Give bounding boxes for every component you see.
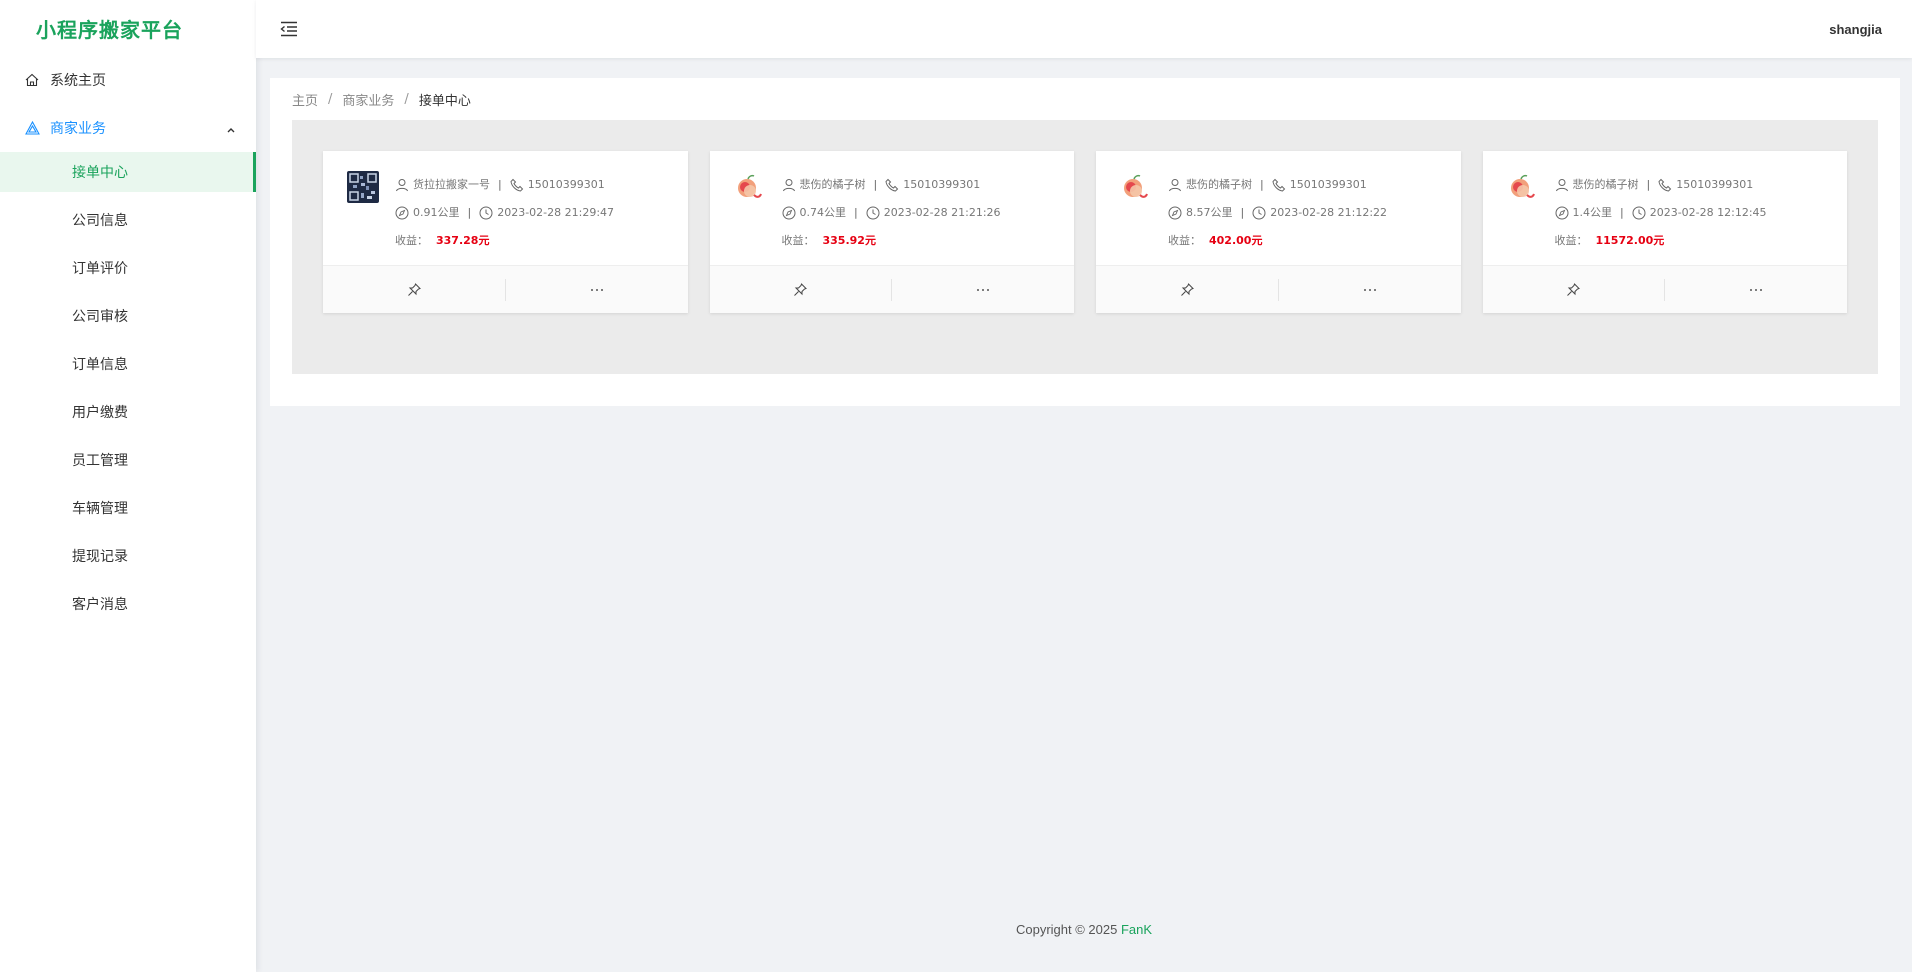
card-actions [709,265,1074,313]
breadcrumb-current: 接单中心 [418,93,471,109]
clock-icon [1632,206,1646,220]
pushpin-icon[interactable] [1483,279,1665,301]
order-info: 货拉拉搬家一号 | 15010399301 0.91公里 | 2023-02-2… [395,171,614,265]
peach-avatar [1120,171,1152,203]
compass-icon [782,206,796,220]
user-name[interactable]: shangjia [1829,22,1882,37]
order-card: 悲伤的橘子树 | 15010399301 8.57公里 | 2023-02-28… [1096,151,1461,313]
earning-label: 收益： [781,234,815,247]
sidebar-item-label: 系统主页 [50,73,106,89]
compass-icon [1555,206,1569,220]
breadcrumb-merchant[interactable]: 商家业务 [342,90,394,109]
customer-name: 悲伤的橘子树 [799,178,866,191]
customer-name: 货拉拉搬家一号 [413,178,490,191]
earning-label: 收益： [395,234,428,247]
card-actions [1096,265,1461,313]
sidebar-item-withdrawals[interactable]: 提现记录 [0,536,256,576]
phone-icon [510,178,524,192]
card-actions [1482,265,1847,313]
breadcrumb: 主页 / 商家业务 / 接单中心 [292,78,1878,120]
main-content: 主页 / 商家业务 / 接单中心 货拉拉搬家一号 | 15010399301 0… [270,78,1900,406]
ellipsis-icon[interactable] [891,278,1074,301]
sidebar-item-vehicles[interactable]: 车辆管理 [0,488,256,528]
home-icon [24,72,40,88]
phone-icon [1272,178,1286,192]
order-distance: 0.91公里 [413,206,460,219]
pushpin-icon[interactable] [710,279,892,301]
earning-value: 11572.00元 [1595,234,1665,247]
breadcrumb-separator: / [404,91,409,107]
order-distance: 1.4公里 [1572,206,1613,219]
order-distance: 8.57公里 [1186,206,1233,219]
breadcrumb-home[interactable]: 主页 [292,90,318,109]
order-card: 悲伤的橘子树 | 15010399301 0.74公里 | 2023-02-28… [709,151,1074,313]
sidebar-item-customer-messages[interactable]: 客户消息 [0,584,256,624]
phone-icon [885,178,899,192]
order-time: 2023-02-28 21:21:26 [883,206,1001,219]
customer-phone: 15010399301 [1289,178,1367,191]
clock-icon [866,206,880,220]
sidebar-item-user-payment[interactable]: 用户缴费 [0,392,256,432]
order-card: 悲伤的橘子树 | 15010399301 1.4公里 | 2023-02-28 … [1482,151,1847,313]
clock-icon [479,206,493,220]
clock-icon [1252,206,1266,220]
order-card-list: 货拉拉搬家一号 | 15010399301 0.91公里 | 2023-02-2… [292,120,1878,374]
peach-avatar [734,171,766,203]
earning-value: 335.92元 [822,234,876,247]
pushpin-icon[interactable] [323,279,505,301]
sidebar-item-company-audit[interactable]: 公司审核 [0,296,256,336]
qr-avatar [347,171,379,203]
order-distance: 0.74公里 [799,206,847,219]
sidebar-menu: 系统主页 商家业务 接单中心 公司信息 订单评价 公司审核 订单信息 用户缴费 … [0,56,256,624]
breadcrumb-separator: / [328,91,333,107]
sidebar-item-staff[interactable]: 员工管理 [0,440,256,480]
order-time: 2023-02-28 12:12:45 [1649,206,1767,219]
sidebar-item-order-center[interactable]: 接单中心 [0,152,256,192]
order-info: 悲伤的橘子树 | 15010399301 8.57公里 | 2023-02-28… [1168,171,1387,265]
earning-label: 收益： [1168,234,1201,247]
copyright-text: Copyright © 2025 [1015,922,1118,937]
customer-name: 悲伤的橘子树 [1186,178,1252,191]
phone-icon [1658,178,1672,192]
sidebar: 小程序搬家平台 系统主页 商家业务 接单中心 公司信息 订单评价 公司审核 订单… [0,0,256,972]
triangle-icon [24,120,40,136]
sidebar-item-order-info[interactable]: 订单信息 [0,344,256,384]
customer-phone: 15010399301 [527,178,605,191]
order-time: 2023-02-28 21:29:47 [497,206,615,219]
sidebar-group-merchant[interactable]: 商家业务 [0,104,256,152]
card-actions [323,265,688,313]
customer-phone: 15010399301 [1676,178,1754,191]
footer: Copyright © 2025 FanK [256,922,1912,937]
order-time: 2023-02-28 21:12:22 [1270,206,1388,219]
ellipsis-icon[interactable] [1277,278,1461,301]
order-info: 悲伤的橘子树 | 15010399301 1.4公里 | 2023-02-28 … [1555,171,1767,265]
pushpin-icon[interactable] [1096,279,1278,301]
sidebar-item-order-review[interactable]: 订单评价 [0,248,256,288]
user-icon [782,178,796,192]
ellipsis-icon[interactable] [1664,278,1847,301]
compass-icon [395,206,409,220]
user-icon [395,178,409,192]
earning-value: 337.28元 [436,234,490,247]
peach-avatar [1507,171,1539,203]
order-info: 悲伤的橘子树 | 15010399301 0.74公里 | 2023-02-28… [782,171,1001,265]
sidebar-item-home[interactable]: 系统主页 [0,56,256,104]
customer-phone: 15010399301 [903,178,981,191]
footer-brand-link[interactable]: FanK [1121,922,1152,937]
customer-name: 悲伤的橘子树 [1572,178,1639,191]
sidebar-item-company-info[interactable]: 公司信息 [0,200,256,240]
ellipsis-icon[interactable] [504,278,688,301]
user-icon [1555,178,1569,192]
menu-fold-icon[interactable] [278,18,300,40]
earning-value: 402.00元 [1209,234,1263,247]
compass-icon [1168,206,1182,220]
earning-label: 收益： [1554,234,1588,247]
order-card: 货拉拉搬家一号 | 15010399301 0.91公里 | 2023-02-2… [323,151,688,313]
app-logo: 小程序搬家平台 [36,17,183,42]
sidebar-group-label: 商家业务 [50,121,106,137]
top-header: shangjia [256,0,1912,58]
chevron-up-icon [226,122,236,138]
user-icon [1168,178,1182,192]
